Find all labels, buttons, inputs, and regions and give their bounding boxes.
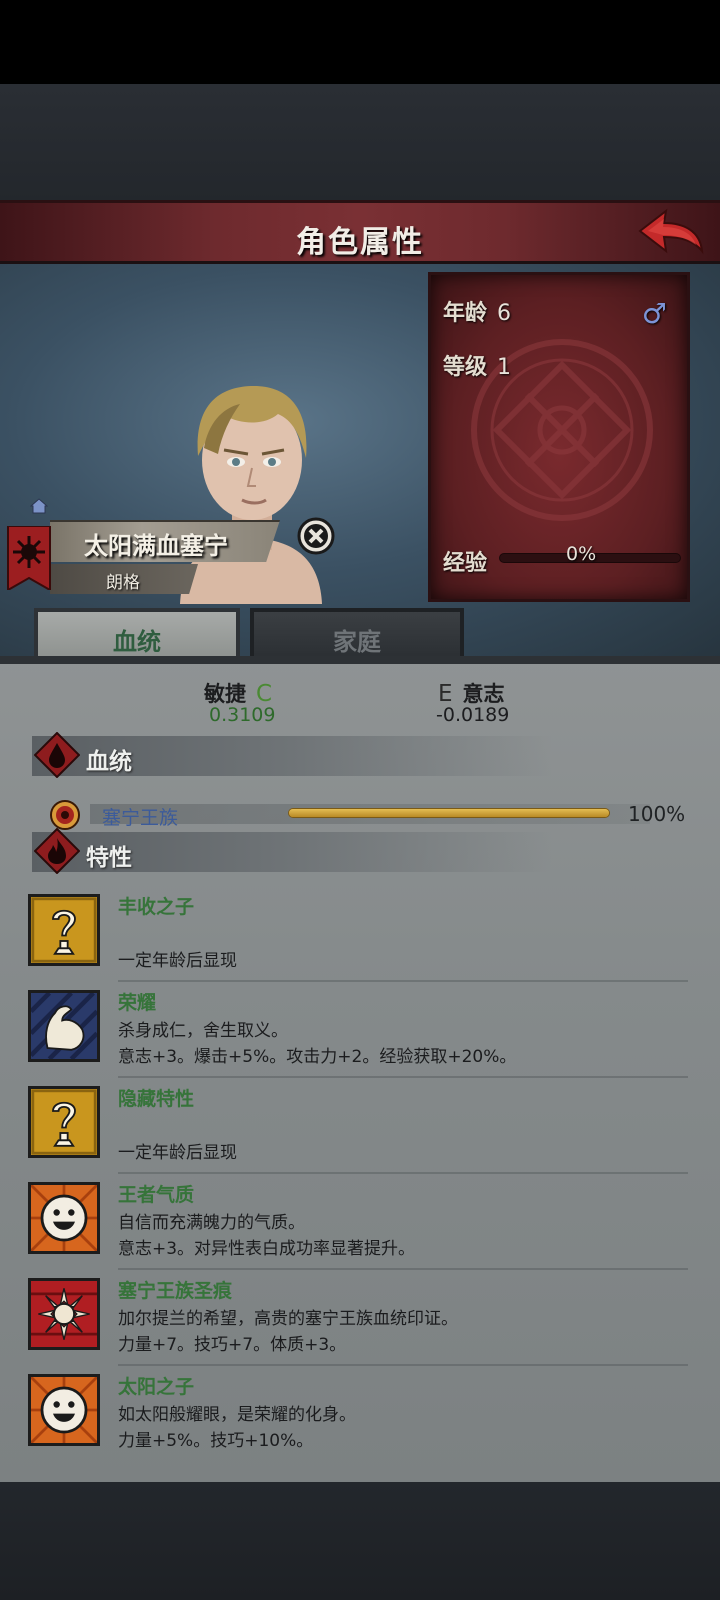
tab-bloodline[interactable]: 血统 xyxy=(34,608,240,658)
age-value: 6 xyxy=(497,301,512,326)
top-backdrop xyxy=(0,84,720,202)
page-title: 角色属性 xyxy=(296,225,424,260)
house-banner-icon[interactable] xyxy=(6,526,52,590)
trait-description: 加尔提兰的希望，高贵的塞宁王族血统印证。 xyxy=(118,1309,458,1329)
content-divider xyxy=(0,656,720,664)
bloodline-content: 敏捷C 0.3109 E意志 -0.0189 血统 塞宁王族 100% 特性 xyxy=(0,656,720,1482)
back-arrow-icon[interactable] xyxy=(636,207,706,261)
trait-effect: 一定年龄后显现 xyxy=(118,951,237,971)
traits-section-header: 特性 xyxy=(32,828,552,874)
bloodline-section-header: 血统 xyxy=(32,732,552,778)
attribute-right-value: -0.0189 xyxy=(436,704,510,726)
trait-divider xyxy=(118,1364,688,1366)
age-row: 年龄 6 xyxy=(443,295,511,327)
trait-effect: 一定年龄后显现 xyxy=(118,1143,237,1163)
trait-name: 太阳之子 xyxy=(118,1376,195,1398)
age-label: 年龄 xyxy=(443,301,488,326)
bottom-backdrop xyxy=(0,1482,720,1600)
trait-item[interactable]: 塞宁王族圣痕 加尔提兰的希望，高贵的塞宁王族血统印证。 力量+7。技巧+7。体质… xyxy=(28,1274,688,1366)
trait-description: 杀身成仁，舍生取义。 xyxy=(118,1021,288,1041)
trait-item[interactable]: 隐藏特性 一定年龄后显现 xyxy=(28,1082,688,1174)
house-icon xyxy=(30,498,48,514)
bloodline-progress-bar xyxy=(288,808,610,818)
smile-icon xyxy=(28,1374,100,1446)
tab-family[interactable]: 家庭 xyxy=(250,608,464,658)
sun-emblem-icon xyxy=(28,1278,100,1350)
trait-name: 荣耀 xyxy=(118,992,157,1014)
trait-effect: 力量+5%。技巧+10%。 xyxy=(118,1431,314,1451)
bloodline-percent: 100% xyxy=(628,802,686,826)
bloodline-row[interactable]: 塞宁王族 100% xyxy=(50,800,690,830)
bloodline-name: 塞宁王族 xyxy=(102,807,179,829)
bloodline-progress-fill xyxy=(289,809,609,817)
attribute-left-name: 敏捷 xyxy=(204,682,246,706)
trait-description: 自信而充满魄力的气质。 xyxy=(118,1213,305,1233)
trait-effect: 力量+7。技巧+7。体质+3。 xyxy=(118,1335,347,1355)
level-row: 等级 1 xyxy=(443,349,511,381)
header-banner: 角色属性 xyxy=(0,200,720,264)
exp-label: 经验 xyxy=(443,551,488,576)
muscle-icon xyxy=(28,990,100,1062)
bloodline-section-label: 血统 xyxy=(86,749,132,775)
character-scene: 年龄 6 ♂ 等级 1 经验 0% 太阳满血塞宁 朗格 血统 家庭 xyxy=(0,264,720,658)
level-label: 等级 xyxy=(443,355,488,380)
trait-effect: 意志+3。对异性表白成功率显著提升。 xyxy=(118,1239,416,1259)
character-surname: 朗格 xyxy=(106,573,140,593)
trait-effect: 意志+3。爆击+5%。攻击力+2。经验获取+20%。 xyxy=(118,1047,517,1067)
trait-description: 如太阳般耀眼，是荣耀的化身。 xyxy=(118,1405,356,1425)
trait-divider xyxy=(118,1076,688,1078)
level-value: 1 xyxy=(497,355,512,380)
question-icon xyxy=(28,1086,100,1158)
trait-divider xyxy=(118,1268,688,1270)
flame-icon xyxy=(34,828,80,874)
trait-name: 塞宁王族圣痕 xyxy=(118,1280,233,1302)
trait-name: 丰收之子 xyxy=(118,896,195,918)
character-name: 太阳满血塞宁 xyxy=(84,532,228,560)
trait-name: 隐藏特性 xyxy=(118,1088,195,1110)
stats-panel: 年龄 6 ♂ 等级 1 经验 0% xyxy=(428,272,690,602)
trait-divider xyxy=(118,980,688,982)
trait-item[interactable]: 王者气质 自信而充满魄力的气质。 意志+3。对异性表白成功率显著提升。 xyxy=(28,1178,688,1270)
blood-drop-icon xyxy=(34,732,80,778)
male-gender-icon: ♂ xyxy=(641,297,667,330)
exp-value: 0% xyxy=(566,543,597,565)
smile-icon xyxy=(28,1182,100,1254)
trait-name: 王者气质 xyxy=(118,1184,195,1206)
traits-section-label: 特性 xyxy=(86,845,132,871)
attribute-right-name: 意志 xyxy=(462,682,505,706)
trait-divider xyxy=(118,1172,688,1174)
question-icon xyxy=(28,894,100,966)
trait-item[interactable]: 荣耀 杀身成仁，舍生取义。 意志+3。爆击+5%。攻击力+2。经验获取+20%。 xyxy=(28,986,688,1078)
status-bar-area xyxy=(0,0,720,84)
attribute-left-value: 0.3109 xyxy=(209,704,276,726)
trait-item[interactable]: 丰收之子 一定年龄后显现 xyxy=(28,890,688,982)
sun-emblem-icon xyxy=(50,800,80,830)
close-icon[interactable] xyxy=(296,516,336,556)
trait-item[interactable]: 太阳之子 如太阳般耀眼，是荣耀的化身。 力量+5%。技巧+10%。 xyxy=(28,1370,688,1462)
